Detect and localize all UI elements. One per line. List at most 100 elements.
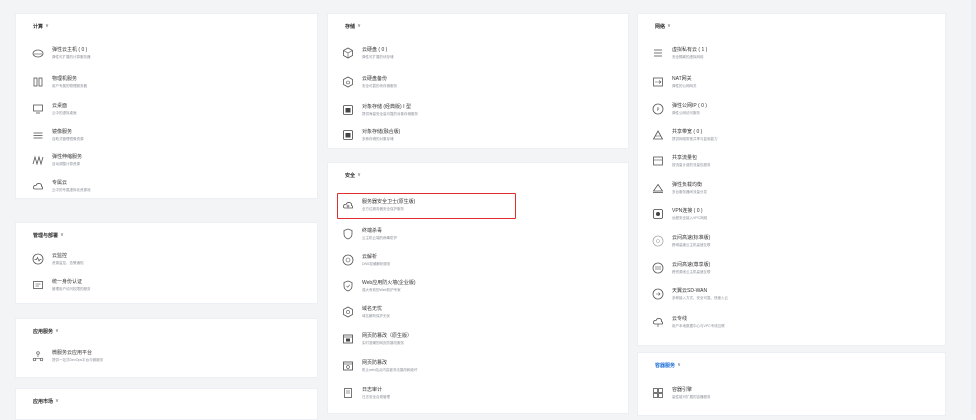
service-disk-backup[interactable]: 云硬盘备份 安全可靠的块存储服务 (342, 76, 397, 88)
service-shared-traffic[interactable]: 共享流量包 按流量计费的流量包服务 (652, 155, 711, 167)
service-name: 物理机服务 (52, 76, 78, 82)
storage-title-text: 存储 (345, 24, 356, 30)
service-vpn[interactable]: VPN连接 ( 0 ) 远程安全接入VPC网络 (652, 208, 707, 220)
service-waf[interactable]: Web应用防火墙(企业版) 强大有效的Web防护专家 (342, 280, 416, 292)
service-anti-tamper-native[interactable]: 网页防篡改（原生版） 实时准确的网页防篡改服务 (342, 333, 412, 345)
svg-text:P: P (657, 107, 660, 113)
cloud-desktop-icon (32, 103, 44, 115)
container-engine-icon (652, 387, 664, 399)
service-identity-auth[interactable]: 统一身份认证 管理用户访问权限的服务 (32, 279, 91, 291)
service-cloud-monitor[interactable]: 云监控 资源监控、告警通知 (32, 253, 84, 265)
service-name: 云间高速(尊享版) (672, 262, 711, 268)
container-title[interactable]: 容器服务 ∨ (655, 362, 681, 369)
service-name: 云硬盘备份 (362, 76, 388, 82)
service-desc: 提供一站式DevOps平台与微服务 (52, 358, 104, 362)
antivirus-icon (342, 228, 354, 240)
service-image[interactable]: 镜像服务 自助式管理镜像资源 (32, 129, 84, 141)
security-title[interactable]: 安全 ∨ (345, 172, 361, 179)
app-service-title[interactable]: 应用服务 ∨ (33, 328, 59, 335)
service-name: 微服务云应用平台 (52, 350, 93, 356)
service-name: 专属云 (52, 180, 68, 186)
compute-title[interactable]: 计算 ∨ (33, 23, 50, 30)
service-auto-scaling[interactable]: 弹性伸缩服务 自动调整计算资源 (32, 154, 82, 166)
service-load-balancer[interactable]: 弹性负载均衡 多台服务器间流量分发 (652, 182, 707, 194)
service-object-storage[interactable]: 对象存储 (经典版) Ⅰ 型 提供海量安全高可靠的对象存储服务 (342, 104, 418, 116)
service-desc: 云主机云端的病毒防护 (362, 236, 397, 240)
cloud-express-std-icon (652, 235, 664, 247)
service-desc: 实时准确的网页防篡改服务 (362, 341, 404, 345)
management-title[interactable]: 管理与部署 ∨ (33, 232, 65, 239)
service-physical-machine[interactable]: 物理机服务 用户专属的物理服务器 (32, 76, 87, 88)
shared-traffic-icon (652, 155, 664, 167)
load-balancer-icon (652, 182, 664, 194)
service-desc: 跨资源池云主机高速互联 (672, 270, 711, 274)
service-desc: 高性能可扩展的容器服务 (672, 395, 711, 399)
disk-backup-icon (342, 76, 354, 88)
services-overview: 计算 ∨ 弹性云主机 ( 0 ) 弹性可扩展的计算服务器 物理机服务 用户专属的… (0, 0, 976, 420)
service-desc: 日志安全合规管理 (362, 395, 390, 399)
identity-auth-icon (32, 279, 44, 291)
chevron-down-icon: ∨ (45, 23, 50, 29)
service-desc: 云中的虚拟桌面 (52, 111, 77, 115)
service-cloud-express-std[interactable]: 云间高速(标准版) 跨域高速云主机高速互联 (652, 235, 711, 247)
app-service-card: 应用服务 ∨ (15, 318, 318, 378)
chevron-down-icon: ∨ (60, 232, 65, 238)
service-desc: 多台服务器间流量分发 (672, 190, 707, 194)
app-service-title-text: 应用服务 (33, 329, 54, 335)
service-cloud-desktop[interactable]: 云桌面 云中的虚拟桌面 (32, 103, 77, 115)
service-cloud-dns[interactable]: 云解析 DNS权威解析服务 (342, 254, 390, 266)
service-sdwan[interactable]: 天翼云SD-WAN 多种接入方式、安全可靠、快速入云 (652, 288, 728, 300)
cloud-server-icon (32, 47, 44, 59)
nat-gateway-icon (652, 76, 664, 88)
app-market-card: 应用市场 ∨ (15, 388, 318, 420)
service-desc: DNS权威解析服务 (362, 262, 391, 266)
service-name: 云解析 (362, 254, 378, 260)
service-domain-worry-free[interactable]: 域名无忧 域名解析保护无忧 (342, 306, 390, 318)
service-cloud-disk[interactable]: 云硬盘 ( 0 ) 弹性可扩展的块存储 (342, 47, 394, 59)
service-vpc[interactable]: 虚拟私有云 ( 1 ) 安全隔离的虚拟网络 (652, 47, 707, 59)
service-nat-gateway[interactable]: NAT网关 弹性的公网网关 (652, 76, 697, 88)
service-name: 云间高速(标准版) (672, 235, 711, 241)
service-name: 服务器安全卫士(原生版) (362, 199, 416, 205)
scrollbar[interactable] (971, 0, 976, 414)
service-server-guard[interactable]: 服务器安全卫士(原生版) 全方位服务器安全保护服务 (342, 199, 415, 211)
service-name: 网页防篡改 (362, 360, 388, 366)
service-elastic-ip[interactable]: P 弹性公网IP ( 0 ) 弹性公网访问服务 (652, 103, 707, 115)
service-object-storage-fusion[interactable]: 对象存储(融合版) 多种存储的对象存储 (342, 129, 400, 141)
web-tamper-icon (342, 360, 354, 372)
service-name: 域名无忧 (362, 306, 383, 312)
service-name: 弹性云主机 ( 0 ) (52, 47, 88, 53)
service-log-audit[interactable]: 日志审计 日志安全合规管理 (342, 387, 390, 399)
service-shared-bandwidth[interactable]: 共享带宽 ( 0 ) 提供网络带宽共享与复用能力 (652, 129, 718, 141)
image-service-icon (32, 129, 44, 141)
service-desc: 按流量计费的流量包服务 (672, 163, 711, 167)
service-name: 容器引擎 (672, 387, 693, 393)
app-market-title-text: 应用市场 (33, 399, 54, 405)
app-market-title[interactable]: 应用市场 ∨ (33, 398, 59, 405)
waf-icon (342, 280, 354, 292)
service-desc: 提供海量安全高可靠的对象存储服务 (362, 112, 418, 116)
service-cloud-server[interactable]: 弹性云主机 ( 0 ) 弹性可扩展的计算服务器 (32, 47, 91, 59)
service-microservice[interactable]: 微服务云应用平台 提供一站式DevOps平台与微服务 (32, 350, 103, 362)
network-title[interactable]: 网络 ∨ (655, 23, 671, 30)
service-desc: 跨域高速云主机高速互联 (672, 243, 711, 247)
service-desc: 防止web站点内容被非法篡改和破坏 (362, 368, 418, 372)
sdwan-icon (652, 288, 664, 300)
service-direct-connect[interactable]: 云专线 用户本地数据中心与VPC专线互联 (652, 316, 725, 328)
service-name: 弹性负载均衡 (672, 182, 703, 188)
service-name: 云专线 (672, 316, 688, 322)
service-dedicated-cloud[interactable]: 专属云 云中的专属虚拟化资源池 (32, 180, 91, 192)
anti-tamper-icon (342, 333, 354, 345)
service-desc: 远程安全接入VPC网络 (672, 216, 708, 220)
service-antivirus[interactable]: 终端杀毒 云主机云端的病毒防护 (342, 228, 397, 240)
service-web-tamper[interactable]: 网页防篡改 防止web站点内容被非法篡改和破坏 (342, 360, 417, 372)
service-name: 弹性伸缩服务 (52, 154, 83, 160)
service-desc: 用户专属的物理服务器 (52, 84, 87, 88)
service-desc: 弹性的公网网关 (672, 84, 697, 88)
service-desc: 安全隔离的虚拟网络 (672, 55, 704, 59)
service-name: 弹性公网IP ( 0 ) (672, 103, 707, 109)
service-container-engine[interactable]: 容器引擎 高性能可扩展的容器服务 (652, 387, 711, 399)
storage-title[interactable]: 存储 ∨ (345, 23, 361, 30)
network-title-text: 网络 (655, 24, 666, 30)
service-cloud-express-premium[interactable]: 云间高速(尊享版) 跨资源池云主机高速互联 (652, 262, 711, 274)
